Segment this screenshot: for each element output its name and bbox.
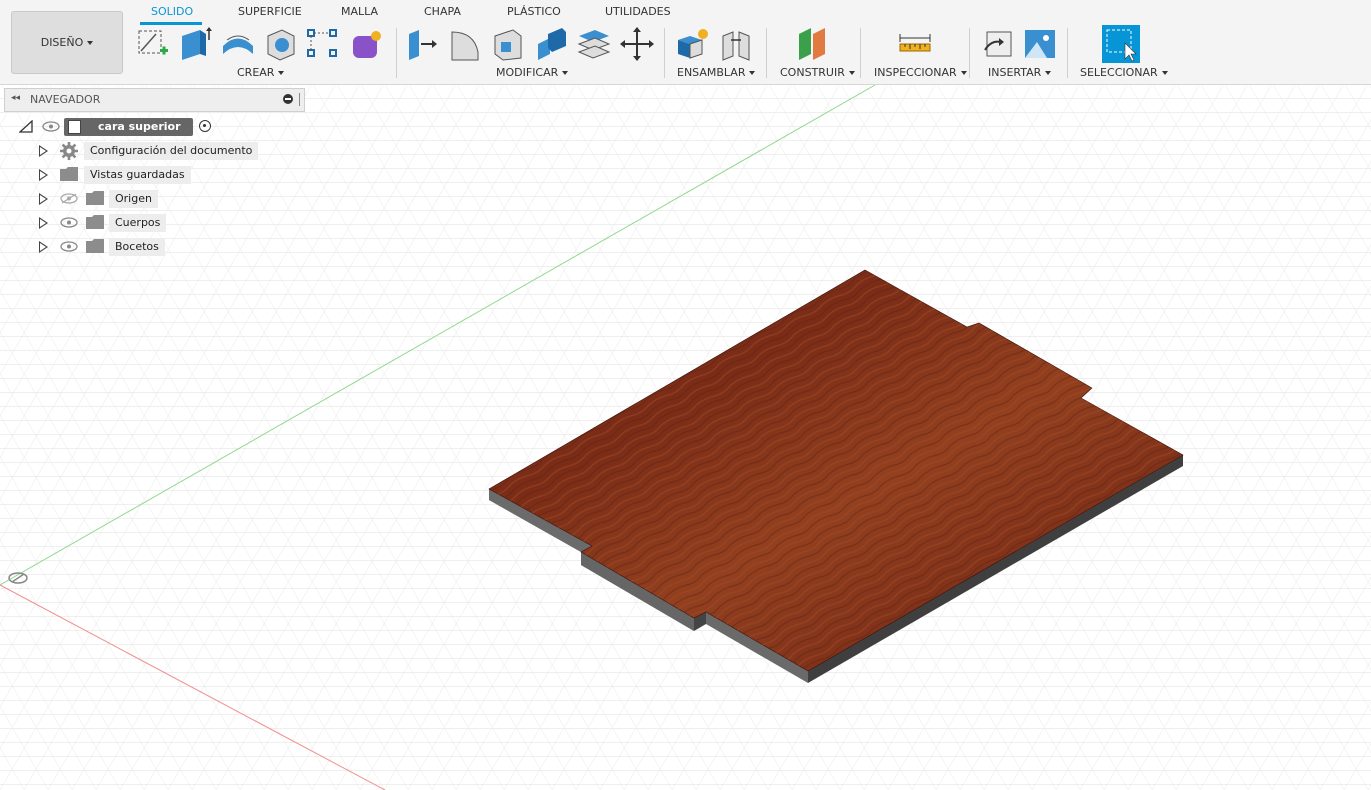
navigator-item-label: Configuración del documento — [84, 142, 259, 160]
navigator-item-label: Cuerpos — [109, 214, 167, 232]
shell-icon[interactable] — [264, 26, 298, 62]
combine-icon[interactable] — [534, 26, 568, 62]
create-sketch-icon[interactable] — [136, 26, 170, 62]
expand-triangle-icon[interactable] — [39, 169, 48, 181]
canvas-viewport[interactable] — [0, 85, 1371, 790]
expand-triangle-icon[interactable] — [39, 145, 48, 157]
tab-plastico[interactable]: PLÁSTICO — [507, 5, 561, 18]
insertar-menu[interactable]: INSERTAR — [988, 66, 1052, 79]
active-tab-indicator — [140, 22, 202, 25]
tab-chapa[interactable]: CHAPA — [424, 5, 461, 18]
offset-plane-icon[interactable] — [797, 26, 831, 62]
navigator-item-label: Vistas guardadas — [84, 166, 191, 184]
crear-menu[interactable]: CREAR — [237, 66, 285, 79]
measure-icon[interactable] — [898, 26, 932, 62]
chamfer-icon[interactable] — [491, 26, 525, 62]
extrude-icon[interactable] — [178, 26, 212, 62]
gear-icon — [60, 142, 78, 160]
construir-menu[interactable]: CONSTRUIR — [780, 66, 855, 79]
navigator-header[interactable]: ◂◂ NAVEGADOR — [4, 88, 305, 112]
folder-icon — [86, 215, 104, 229]
collapse-panel-icon[interactable]: ◂◂ — [11, 93, 20, 103]
expand-triangle-icon[interactable] — [39, 193, 48, 205]
root-component[interactable]: cara superior v1 — [64, 118, 193, 151]
minimize-icon[interactable] — [283, 94, 293, 104]
split-body-icon[interactable] — [577, 26, 611, 62]
new-component-icon[interactable] — [676, 26, 710, 62]
tab-solido[interactable]: SOLIDO — [151, 5, 193, 18]
tab-superficie[interactable]: SUPERFICIE — [238, 5, 302, 18]
press-pull-icon[interactable] — [405, 26, 439, 62]
pattern-icon[interactable] — [306, 26, 340, 62]
workspace-switcher[interactable]: DISEÑO — [11, 11, 123, 74]
joint-icon[interactable] — [719, 26, 753, 62]
navigator-title: NAVEGADOR — [30, 93, 101, 106]
activate-component-icon[interactable] — [199, 120, 211, 132]
navigator-item-label: Origen — [109, 190, 158, 208]
folder-icon — [86, 191, 104, 205]
seleccionar-menu[interactable]: SELECCIONAR — [1080, 66, 1168, 79]
workspace-label: DISEÑO — [40, 36, 84, 49]
component-icon — [68, 120, 81, 134]
revolve-icon[interactable] — [221, 26, 255, 62]
insert-derive-icon[interactable] — [981, 26, 1015, 62]
inspeccionar-menu[interactable]: INSPECCIONAR — [874, 66, 967, 79]
eye-hidden-icon[interactable] — [60, 193, 78, 204]
insert-canvas-icon[interactable] — [1023, 26, 1057, 62]
select-icon[interactable] — [1102, 25, 1140, 63]
folder-icon — [86, 239, 104, 253]
resize-grip[interactable] — [299, 93, 302, 106]
eye-icon[interactable] — [60, 241, 78, 252]
tab-malla[interactable]: MALLA — [341, 5, 378, 18]
navigator-item-label: Bocetos — [109, 238, 165, 256]
eye-icon[interactable] — [42, 121, 60, 132]
chevron-down-icon — [87, 40, 94, 45]
eye-icon[interactable] — [60, 217, 78, 228]
folder-icon — [60, 167, 78, 181]
tab-utilidades[interactable]: UTILIDADES — [605, 5, 671, 18]
expand-triangle-icon[interactable] — [39, 217, 48, 229]
create-form-icon[interactable] — [350, 26, 384, 62]
toolbar: DISEÑO SOLIDO SUPERFICIE MALLA CHAPA PLÁ… — [0, 0, 1371, 85]
expand-triangle-icon[interactable] — [39, 241, 48, 253]
move-icon[interactable] — [620, 26, 654, 62]
modificar-menu[interactable]: MODIFICAR — [496, 66, 569, 79]
collapse-triangle-icon[interactable] — [19, 120, 33, 133]
fillet-icon[interactable] — [448, 26, 482, 62]
ensamblar-menu[interactable]: ENSAMBLAR — [677, 66, 756, 79]
